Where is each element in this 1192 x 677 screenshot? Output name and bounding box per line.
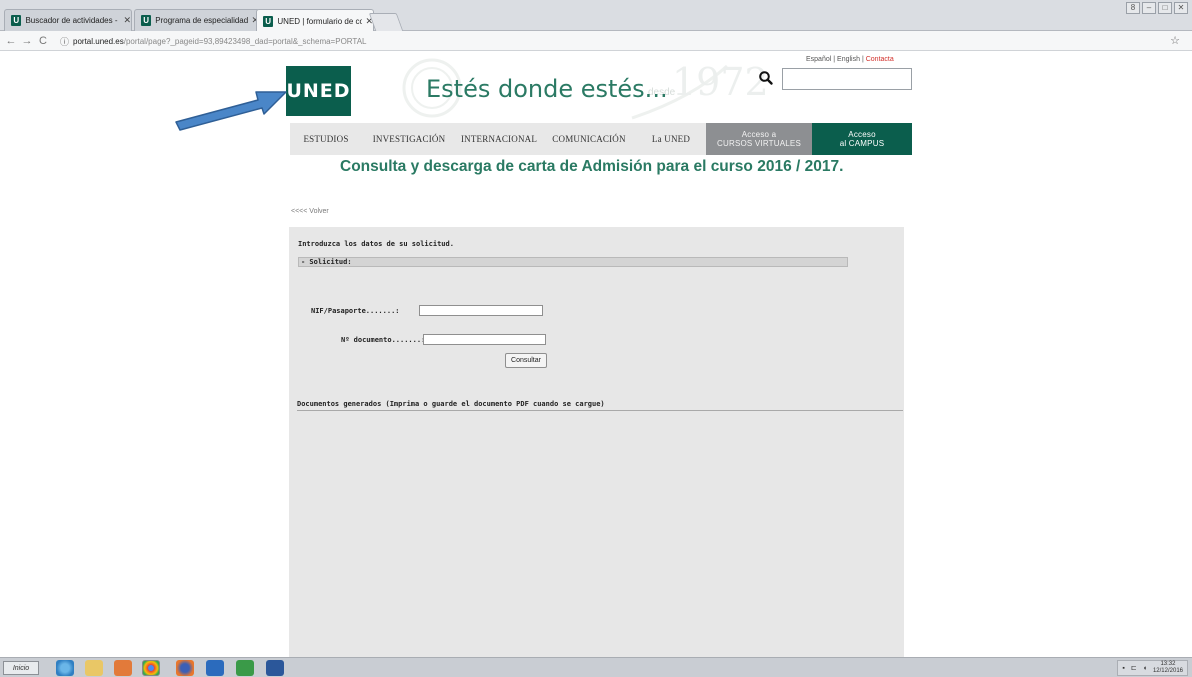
annotation-arrow-icon: [175, 91, 287, 131]
nav-item-la-uned[interactable]: La UNED: [636, 123, 706, 155]
nav-item-internacional[interactable]: INTERNACIONAL: [456, 123, 542, 155]
form-intro: Introduzca los datos de su solicitud.: [298, 240, 454, 248]
nav-cursos-line2: CURSOS VIRTUALES: [717, 139, 801, 148]
contact-link[interactable]: Contacta: [866, 56, 894, 63]
tab-label: Programa de especialidad e: [155, 16, 249, 25]
start-button[interactable]: Inicio: [3, 661, 39, 675]
tray-icon[interactable]: ▪: [1122, 665, 1124, 672]
nav-campus-line2: al CAMPUS: [839, 139, 885, 148]
slogan: Estés donde estés...: [426, 75, 668, 103]
page-title: Consulta y descarga de carta de Admisión…: [340, 158, 844, 175]
word-icon[interactable]: [266, 660, 284, 676]
nav-cursos-line1: Acceso a: [741, 130, 777, 139]
nav-campus-line1: Acceso: [848, 130, 876, 139]
browser-tab[interactable]: U Programa de especialidad e ✕: [134, 9, 260, 31]
clock-time: 13:32: [1160, 661, 1176, 667]
form-panel: Introduzca los datos de su solicitud. - …: [289, 227, 904, 657]
nif-input[interactable]: [419, 305, 543, 316]
file-explorer-icon[interactable]: [85, 660, 103, 676]
browser-tabstrip: U Buscador de actividades - U ✕ U Progra…: [0, 0, 1192, 32]
forward-arrow-icon[interactable]: →: [19, 35, 35, 47]
clock[interactable]: 13:32 12/12/2016: [1153, 661, 1183, 675]
language-links: Español | English | Contacta: [806, 56, 894, 63]
consultar-button[interactable]: Consultar: [505, 353, 547, 368]
generated-docs-title: Documentos generados (Imprima o guarde e…: [297, 400, 605, 408]
uned-logo[interactable]: UNED: [286, 66, 351, 116]
reload-icon[interactable]: C: [35, 35, 51, 47]
solicitud-section-header: - Solicitud:: [298, 257, 848, 267]
nav-item-cursos-virtuales[interactable]: Acceso a CURSOS VIRTUALES: [706, 123, 812, 155]
media-player-icon[interactable]: [114, 660, 132, 676]
window-controls: 8 – □ ✕: [1126, 2, 1188, 14]
uned-favicon-icon: U: [141, 15, 152, 26]
doc-number-input[interactable]: [423, 334, 546, 345]
chrome-icon[interactable]: [142, 660, 160, 676]
volume-icon[interactable]: ◖: [1143, 665, 1147, 672]
back-arrow-icon[interactable]: ←: [3, 35, 19, 47]
profile-icon[interactable]: 8: [1126, 2, 1140, 14]
internet-explorer-icon[interactable]: [56, 660, 74, 676]
new-tab-button[interactable]: [368, 13, 404, 31]
tab-label: Buscador de actividades - U: [25, 16, 121, 25]
divider: [297, 410, 903, 411]
outlook-icon[interactable]: [206, 660, 224, 676]
back-link[interactable]: <<<< Volver: [291, 208, 329, 215]
bookmark-star-icon[interactable]: ☆: [1170, 34, 1180, 47]
info-icon[interactable]: ⓘ: [60, 35, 69, 48]
doc-number-label: Nº documento.......:: [341, 336, 426, 344]
lang-en-link[interactable]: English: [837, 56, 860, 63]
watermark-year: 1972: [672, 60, 769, 104]
network-icon[interactable]: ⊏: [1131, 664, 1137, 672]
browser-tab-active[interactable]: U UNED | formulario de consu ✕: [256, 9, 374, 32]
windows-taskbar: Inicio ▪ ⊏ ◖ 13:32 12/12/2016: [0, 657, 1192, 677]
browser-toolbar: ← → C ⓘ portal.uned.es /portal/page?_pag…: [0, 31, 1192, 51]
nav-item-estudios[interactable]: ESTUDIOS: [290, 123, 362, 155]
url-host: portal.uned.es: [73, 36, 124, 46]
address-bar[interactable]: ⓘ portal.uned.es /portal/page?_pageid=93…: [60, 33, 1180, 49]
tab-label: UNED | formulario de consu: [277, 16, 363, 26]
lang-es-link[interactable]: Español: [806, 56, 831, 63]
search-icon[interactable]: [758, 70, 774, 86]
nav-item-campus[interactable]: Acceso al CAMPUS: [812, 123, 912, 155]
lang-separator: |: [861, 56, 864, 63]
url-path: /portal/page?_pageid=93,89423498_dad=por…: [123, 36, 367, 46]
site-search-input[interactable]: [782, 68, 912, 90]
main-nav: ESTUDIOS INVESTIGACIÓN INTERNACIONAL COM…: [290, 123, 912, 155]
app-icon[interactable]: [236, 660, 254, 676]
uned-favicon-icon: U: [263, 15, 274, 27]
screen: U Buscador de actividades - U ✕ U Progra…: [0, 0, 1192, 677]
nav-item-comunicacion[interactable]: COMUNICACIÓN: [542, 123, 636, 155]
firefox-icon[interactable]: [176, 660, 194, 676]
maximize-icon[interactable]: □: [1158, 2, 1172, 14]
minimize-icon[interactable]: –: [1142, 2, 1156, 14]
nif-label: NIF/Pasaporte.......:: [311, 307, 400, 315]
uned-favicon-icon: U: [11, 15, 22, 26]
clock-date: 12/12/2016: [1152, 668, 1183, 674]
close-window-icon[interactable]: ✕: [1174, 2, 1188, 14]
close-tab-icon[interactable]: ✕: [123, 15, 131, 26]
system-tray: ▪ ⊏ ◖ 13:32 12/12/2016: [1117, 660, 1188, 676]
nav-item-investigacion[interactable]: INVESTIGACIÓN: [362, 123, 456, 155]
lang-separator: |: [833, 56, 836, 63]
browser-tab[interactable]: U Buscador de actividades - U ✕: [4, 9, 132, 31]
